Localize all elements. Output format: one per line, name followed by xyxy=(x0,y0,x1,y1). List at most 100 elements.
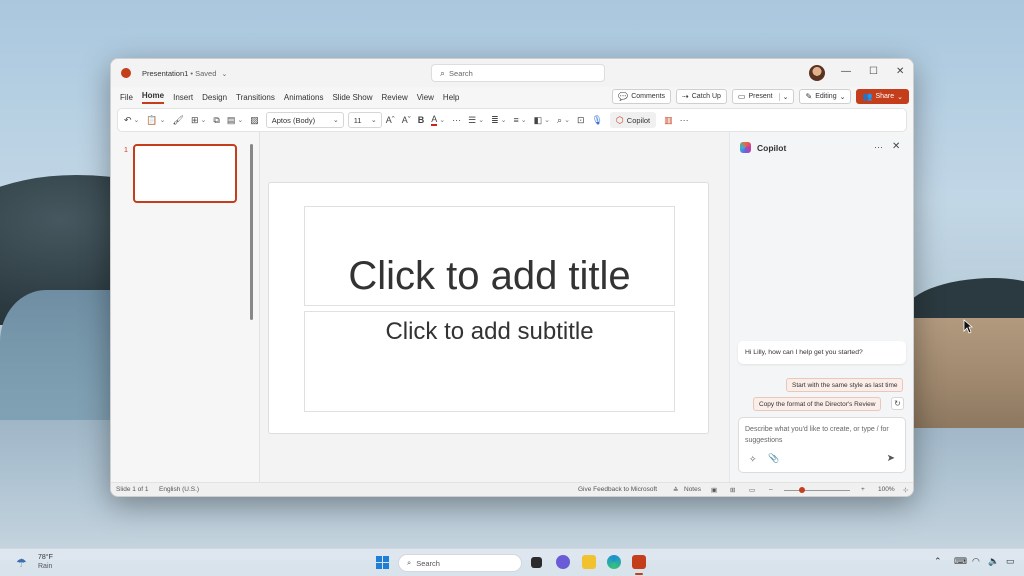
reading-view-icon[interactable]: ▭ xyxy=(749,486,755,494)
font-size-select[interactable]: 11 ⌄ xyxy=(347,112,382,128)
comments-button[interactable]: 💬 Comments xyxy=(612,89,672,104)
search-input[interactable]: ⌕ Search xyxy=(431,64,605,82)
tab-animations[interactable]: Animations xyxy=(284,93,324,102)
designer-icon[interactable]: ⊡ xyxy=(577,115,585,126)
editing-mode-button[interactable]: ✎ Editing ⌄ xyxy=(799,89,852,104)
layout-icon[interactable]: ▤ xyxy=(227,115,236,126)
catch-up-button[interactable]: ⇢ Catch Up xyxy=(676,89,727,104)
maximize-icon[interactable]: ☐ xyxy=(869,66,878,77)
bullets-icon[interactable]: ☰ xyxy=(468,115,476,126)
minimize-icon[interactable]: — xyxy=(841,66,851,77)
shapes-icon[interactable]: ◧ xyxy=(534,115,543,126)
designer-panel-icon[interactable]: ▥ xyxy=(664,115,673,126)
picture-icon[interactable]: ▨ xyxy=(250,115,259,126)
zoom-slider-thumb[interactable] xyxy=(799,487,805,493)
tab-review[interactable]: Review xyxy=(381,93,407,102)
task-view-icon[interactable] xyxy=(531,557,542,568)
feedback-link[interactable]: Give Feedback to Microsoft xyxy=(578,486,657,493)
chevron-up-icon[interactable]: ⌃ xyxy=(934,556,942,567)
suggestion-same-style[interactable]: Start with the same style as last time xyxy=(786,378,904,392)
bold-icon[interactable]: B xyxy=(418,115,425,125)
refresh-icon[interactable]: ↻ xyxy=(891,397,904,410)
teams-icon[interactable] xyxy=(556,555,570,569)
title-bar: Presentation1 • Saved ⌄ ⌕ Search — ☐ ✕ xyxy=(111,59,913,87)
font-color-icon[interactable]: A xyxy=(431,114,438,126)
increase-font-size-icon[interactable]: Aˆ xyxy=(386,115,395,125)
tab-home[interactable]: Home xyxy=(141,91,165,104)
paste-icon[interactable]: 📋 xyxy=(146,115,157,126)
undo-icon[interactable]: ↶ xyxy=(124,115,132,126)
edge-icon[interactable] xyxy=(607,555,621,569)
chevron-down-icon[interactable]: ⌄ xyxy=(564,116,570,124)
reuse-slides-icon[interactable]: ⧉ xyxy=(213,115,219,126)
speaker-icon[interactable]: 🔈 xyxy=(988,556,999,567)
suggestion-copy-format[interactable]: Copy the format of the Director's Review xyxy=(753,397,882,411)
notes-icon[interactable]: ≙ xyxy=(673,486,678,494)
tab-design[interactable]: Design xyxy=(202,93,227,102)
copilot-prompt-input[interactable]: Describe what you'd like to create, or t… xyxy=(738,417,906,473)
share-button[interactable]: 👥 Share ⌄ xyxy=(856,89,909,104)
find-icon[interactable]: ⌕ xyxy=(557,115,562,126)
avatar[interactable] xyxy=(809,65,825,81)
tab-file[interactable]: File xyxy=(120,93,133,102)
dictate-icon[interactable]: 🎙 xyxy=(591,115,602,126)
keyboard-icon[interactable]: ⌨ xyxy=(954,556,967,567)
notes-button[interactable]: Notes xyxy=(684,486,701,493)
decrease-font-size-icon[interactable]: Aˇ xyxy=(402,115,411,125)
align-icon[interactable]: ≡ xyxy=(513,115,518,125)
language[interactable]: English (U.S.) xyxy=(159,486,199,493)
slide-sorter-icon[interactable]: ⊞ xyxy=(730,486,735,494)
chevron-down-icon[interactable]: ⌄ xyxy=(439,116,445,124)
temperature[interactable]: 78°F xyxy=(38,554,53,561)
chevron-down-icon[interactable]: ⌄ xyxy=(544,116,550,124)
powerpoint-taskbar-icon[interactable] xyxy=(632,555,646,569)
chevron-down-icon[interactable]: ⌄ xyxy=(521,116,527,124)
present-button[interactable]: ▭ Present ⌄ xyxy=(731,89,795,104)
format-painter-icon[interactable]: 🖌 xyxy=(173,115,184,126)
file-explorer-icon[interactable] xyxy=(582,555,596,569)
tab-help[interactable]: Help xyxy=(443,93,459,102)
more-options-icon[interactable]: ··· xyxy=(452,115,461,125)
weather-icon[interactable]: ☂ xyxy=(16,556,27,570)
more-options-icon[interactable]: ··· xyxy=(874,142,883,152)
search-icon: ⌕ xyxy=(440,67,446,78)
tab-transitions[interactable]: Transitions xyxy=(236,93,275,102)
attach-icon[interactable]: 📎 xyxy=(768,453,779,464)
close-icon[interactable]: ✕ xyxy=(892,141,900,152)
taskbar-search[interactable]: ⌕ Search xyxy=(398,554,522,572)
send-icon[interactable]: ➤ xyxy=(887,453,895,464)
wifi-icon[interactable]: ◠ xyxy=(972,556,980,567)
document-title[interactable]: Presentation1 • Saved ⌄ xyxy=(142,69,227,78)
zoom-slider[interactable] xyxy=(784,490,850,491)
chevron-down-icon[interactable]: ⌄ xyxy=(160,116,166,124)
numbering-icon[interactable]: ≣ xyxy=(491,115,499,126)
title-placeholder[interactable]: Click to add title xyxy=(304,206,675,306)
chevron-down-icon[interactable]: ⌄ xyxy=(501,116,507,124)
chevron-down-icon[interactable]: ⌄ xyxy=(478,116,484,124)
chevron-down-icon[interactable]: ⌄ xyxy=(134,116,140,124)
powerpoint-icon xyxy=(121,68,131,78)
zoom-in-button[interactable]: + xyxy=(861,486,865,493)
copilot-button[interactable]: ⬡ Copilot xyxy=(609,112,657,128)
scrollbar[interactable] xyxy=(250,144,253,320)
tab-view[interactable]: View xyxy=(417,93,434,102)
start-icon[interactable] xyxy=(376,556,389,569)
chevron-down-icon[interactable]: ⌄ xyxy=(237,116,243,124)
normal-view-icon[interactable]: ▣ xyxy=(711,486,717,494)
font-family-select[interactable]: Aptos (Body) ⌄ xyxy=(265,112,344,128)
chevron-down-icon[interactable]: ⌄ xyxy=(201,116,207,124)
chevron-down-icon[interactable]: ⌄ xyxy=(778,92,788,101)
fit-slide-icon[interactable]: ⊹ xyxy=(903,486,908,494)
battery-icon[interactable]: ▭ xyxy=(1006,556,1015,567)
slide-thumbnail[interactable] xyxy=(133,144,237,203)
zoom-out-button[interactable]: – xyxy=(769,486,773,493)
zoom-level[interactable]: 100% xyxy=(878,486,895,493)
subtitle-placeholder[interactable]: Click to add subtitle xyxy=(304,311,675,412)
more-options-icon[interactable]: ··· xyxy=(680,115,689,125)
tab-insert[interactable]: Insert xyxy=(173,93,193,102)
close-icon[interactable]: ✕ xyxy=(896,66,904,77)
new-slide-icon[interactable]: ⊞ xyxy=(191,115,199,126)
tab-slide-show[interactable]: Slide Show xyxy=(332,93,372,102)
sparkle-icon[interactable]: ✧ xyxy=(749,454,757,465)
weather-condition[interactable]: Rain xyxy=(38,563,52,570)
